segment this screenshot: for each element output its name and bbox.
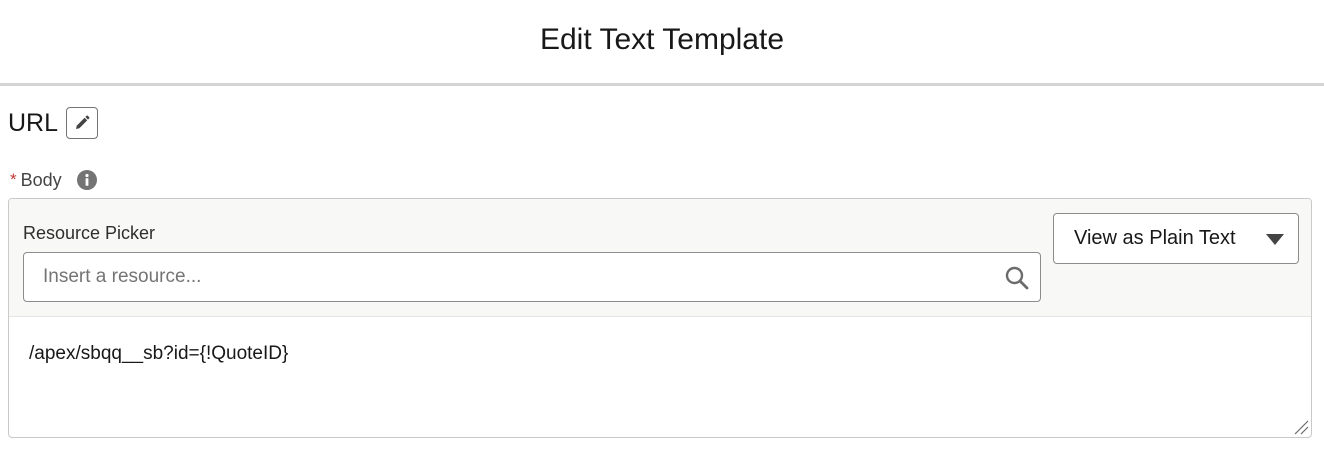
template-name: URL <box>8 108 59 137</box>
body-field-label: Body <box>20 169 62 190</box>
search-icon <box>1005 266 1029 290</box>
resource-picker-combobox[interactable] <box>23 252 1041 302</box>
chevron-down-icon <box>1266 234 1284 245</box>
view-mode-select[interactable]: View as Plain Text <box>1053 213 1299 264</box>
template-name-row: URL <box>8 106 99 140</box>
modal-header: Edit Text Template <box>0 0 1324 86</box>
modal-title: Edit Text Template <box>539 22 785 56</box>
template-body-text[interactable]: /apex/sbqq__sb?id={!QuoteID} <box>29 343 288 365</box>
required-marker: * <box>10 170 17 189</box>
pencil-icon <box>76 115 90 129</box>
resource-picker-label: Resource Picker <box>23 223 156 243</box>
text-template-editor: Resource Picker View as Plain Text /apex… <box>8 198 1312 438</box>
edit-name-button[interactable] <box>66 107 99 139</box>
editor-toolbar: Resource Picker View as Plain Text <box>9 199 1311 317</box>
body-field-label-row: * Body <box>10 168 98 192</box>
view-mode-selected: View as Plain Text <box>1074 227 1236 249</box>
resource-picker-input[interactable] <box>24 253 1040 301</box>
info-icon[interactable] <box>76 169 98 191</box>
resize-handle-icon[interactable] <box>1293 419 1309 435</box>
